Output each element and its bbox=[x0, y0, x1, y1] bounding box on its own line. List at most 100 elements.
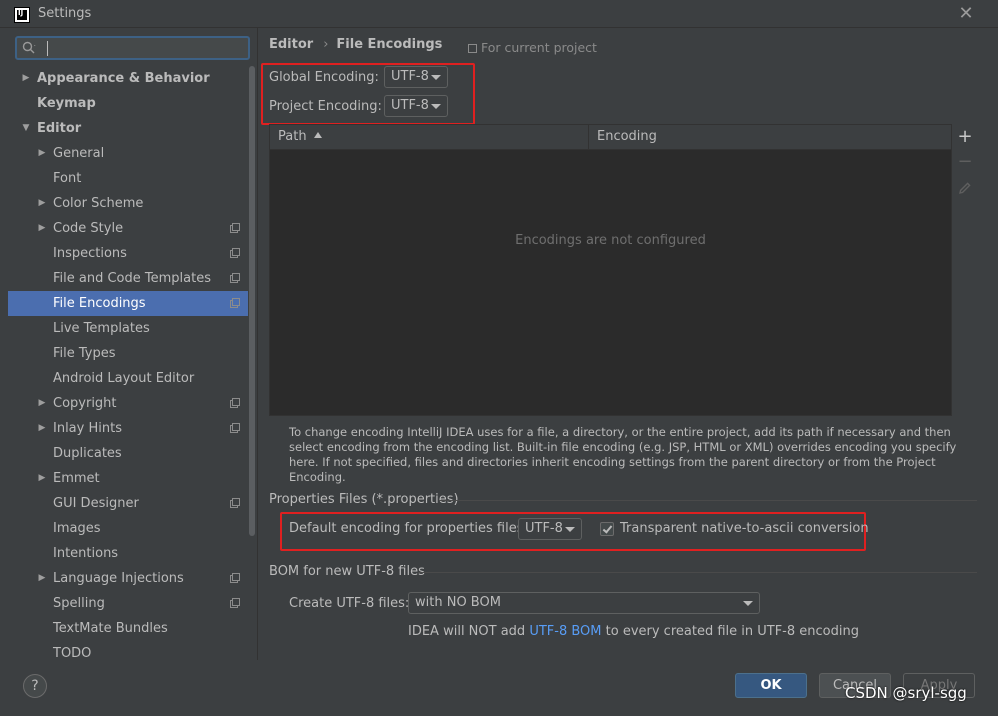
sidebar-item-label: Android Layout Editor bbox=[53, 371, 195, 386]
sidebar-item-color-scheme[interactable]: ▶ Color Scheme bbox=[8, 191, 248, 216]
sidebar-item-label: TextMate Bundles bbox=[53, 621, 168, 636]
search-icon[interactable] bbox=[22, 41, 36, 55]
scrollbar-thumb[interactable] bbox=[249, 66, 255, 536]
scope-note-text: For current project bbox=[481, 40, 597, 55]
dialog-button-bar: ? OK Cancel Apply CSDN @sryl-sgg bbox=[0, 660, 998, 716]
project-level-icon bbox=[230, 273, 240, 283]
path-encoding-table[interactable]: Path Encoding Encodings are not configur… bbox=[269, 124, 952, 416]
sidebar-item-duplicates[interactable]: Duplicates bbox=[8, 441, 248, 466]
sidebar-item-emmet[interactable]: ▶ Emmet bbox=[8, 466, 248, 491]
project-level-icon bbox=[230, 573, 240, 583]
global-encoding-select[interactable]: UTF-8 bbox=[384, 66, 448, 88]
sidebar-item-images[interactable]: Images bbox=[8, 516, 248, 541]
scope-note: For current project bbox=[468, 40, 597, 55]
sidebar-item-label: Spelling bbox=[53, 596, 105, 611]
chevron-right-icon[interactable]: ▶ bbox=[36, 391, 48, 416]
project-level-icon bbox=[230, 498, 240, 508]
settings-sidebar: ▶ Appearance & Behavior Keymap ▼ Editor ▶ Gene… bbox=[8, 28, 258, 660]
global-encoding-value: UTF-8 bbox=[391, 69, 429, 84]
sidebar-item-language-injections[interactable]: ▶ Language Injections bbox=[8, 566, 248, 591]
edit-pencil-icon[interactable] bbox=[954, 177, 976, 199]
search-input[interactable] bbox=[51, 39, 241, 57]
sidebar-item-label: Emmet bbox=[53, 471, 100, 486]
sidebar-item-label: File Encodings bbox=[53, 296, 146, 311]
close-icon[interactable]: ✕ bbox=[956, 4, 976, 24]
sidebar-item-label: Duplicates bbox=[53, 446, 122, 461]
breadcrumb-separator: › bbox=[323, 37, 329, 52]
sidebar-item-label: Copyright bbox=[53, 396, 117, 411]
settings-search-box[interactable] bbox=[15, 36, 250, 60]
text-cursor bbox=[47, 41, 48, 56]
create-utf8-value: with NO BOM bbox=[415, 595, 501, 610]
window-title: Settings bbox=[38, 6, 92, 21]
column-header-encoding[interactable]: Encoding bbox=[590, 125, 951, 149]
sidebar-item-code-style[interactable]: ▶ Code Style bbox=[8, 216, 248, 241]
table-empty-text: Encodings are not configured bbox=[515, 233, 706, 248]
sort-ascending-icon bbox=[313, 132, 322, 138]
chevron-right-icon[interactable]: ▶ bbox=[36, 191, 48, 216]
sidebar-item-live-templates[interactable]: Live Templates bbox=[8, 316, 248, 341]
chevron-down-icon bbox=[431, 104, 441, 109]
sidebar-item-general[interactable]: ▶ General bbox=[8, 141, 248, 166]
sidebar-item-file-types[interactable]: File Types bbox=[8, 341, 248, 366]
global-encoding-label: Global Encoding: bbox=[269, 70, 379, 85]
chevron-right-icon[interactable]: ▶ bbox=[36, 416, 48, 441]
sidebar-item-file-encodings[interactable]: File Encodings bbox=[8, 291, 248, 316]
sidebar-item-textmate-bundles[interactable]: TextMate Bundles bbox=[8, 616, 248, 641]
bom-section-divider bbox=[418, 572, 977, 573]
watermark: CSDN @sryl-sgg bbox=[845, 684, 967, 702]
sidebar-item-inspections[interactable]: Inspections bbox=[8, 241, 248, 266]
chevron-down-icon[interactable]: ▼ bbox=[20, 116, 32, 141]
sidebar-item-label: TODO bbox=[53, 646, 92, 660]
sidebar-item-editor[interactable]: ▼ Editor bbox=[8, 116, 248, 141]
sidebar-item-copyright[interactable]: ▶ Copyright bbox=[8, 391, 248, 416]
project-encoding-label: Project Encoding: bbox=[269, 99, 382, 114]
sidebar-item-intentions[interactable]: Intentions bbox=[8, 541, 248, 566]
breadcrumb: Editor › File Encodings bbox=[269, 37, 442, 52]
project-level-icon bbox=[230, 298, 240, 308]
sidebar-item-font[interactable]: Font bbox=[8, 166, 248, 191]
help-button[interactable]: ? bbox=[23, 674, 47, 698]
sidebar-item-label: File and Code Templates bbox=[53, 271, 211, 286]
chevron-right-icon[interactable]: ▶ bbox=[36, 216, 48, 241]
chevron-right-icon[interactable]: ▶ bbox=[20, 66, 32, 91]
transparent-conversion-checkbox[interactable] bbox=[600, 522, 614, 536]
chevron-right-icon[interactable]: ▶ bbox=[36, 566, 48, 591]
settings-tree: ▶ Appearance & Behavior Keymap ▼ Editor ▶ Gene… bbox=[8, 66, 248, 660]
breadcrumb-current: File Encodings bbox=[336, 37, 443, 52]
intellij-logo-icon bbox=[14, 7, 30, 23]
create-utf8-select[interactable]: with NO BOM bbox=[408, 592, 760, 614]
column-header-path[interactable]: Path bbox=[270, 125, 589, 149]
sidebar-item-gui-designer[interactable]: GUI Designer bbox=[8, 491, 248, 516]
file-encodings-panel: Editor › File Encodings For current projec… bbox=[258, 28, 998, 660]
sidebar-item-android-layout-editor[interactable]: Android Layout Editor bbox=[8, 366, 248, 391]
sidebar-item-spelling[interactable]: Spelling bbox=[8, 591, 248, 616]
sidebar-item-label: Appearance & Behavior bbox=[37, 71, 210, 86]
utf8-bom-link[interactable]: UTF-8 BOM bbox=[529, 624, 601, 639]
sidebar-scrollbar[interactable] bbox=[248, 66, 256, 660]
sidebar-item-keymap[interactable]: Keymap bbox=[8, 91, 248, 116]
sidebar-item-label: Inspections bbox=[53, 246, 127, 261]
chevron-right-icon[interactable]: ▶ bbox=[36, 141, 48, 166]
properties-section-title: Properties Files (*.properties) bbox=[269, 492, 459, 507]
project-level-icon bbox=[230, 423, 240, 433]
properties-encoding-select[interactable]: UTF-8 bbox=[518, 518, 582, 540]
sidebar-item-inlay-hints[interactable]: ▶ Inlay Hints bbox=[8, 416, 248, 441]
sidebar-item-label: Live Templates bbox=[53, 321, 150, 336]
remove-icon[interactable]: − bbox=[954, 151, 976, 173]
sidebar-item-appearance-behavior[interactable]: ▶ Appearance & Behavior bbox=[8, 66, 248, 91]
chevron-right-icon[interactable]: ▶ bbox=[36, 466, 48, 491]
properties-encoding-value: UTF-8 bbox=[525, 521, 563, 536]
add-icon[interactable]: + bbox=[954, 126, 976, 148]
column-header-encoding-label: Encoding bbox=[597, 129, 657, 144]
table-header: Path Encoding bbox=[270, 125, 951, 150]
transparent-conversion-label[interactable]: Transparent native-to-ascii conversion bbox=[620, 521, 869, 536]
ok-button[interactable]: OK bbox=[735, 673, 807, 698]
sidebar-item-label: Images bbox=[53, 521, 101, 536]
breadcrumb-parent[interactable]: Editor bbox=[269, 37, 313, 52]
sidebar-item-file-and-code-templates[interactable]: File and Code Templates bbox=[8, 266, 248, 291]
sidebar-item-todo[interactable]: TODO bbox=[8, 641, 248, 660]
chevron-down-icon bbox=[565, 527, 575, 532]
project-level-icon bbox=[230, 248, 240, 258]
project-encoding-select[interactable]: UTF-8 bbox=[384, 95, 448, 117]
